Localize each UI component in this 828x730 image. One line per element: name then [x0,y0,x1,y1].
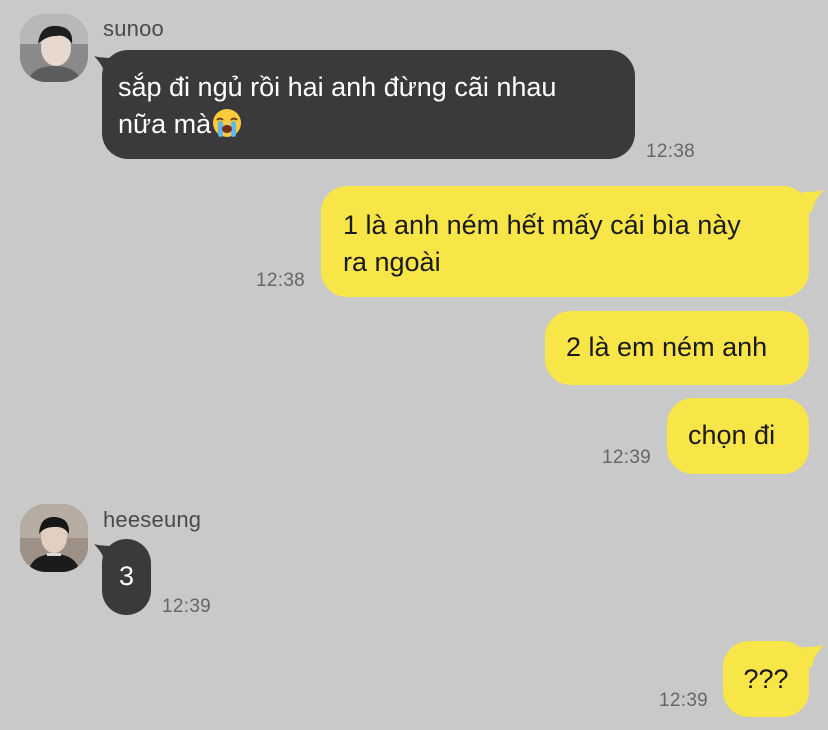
timestamp: 12:39 [602,447,652,468]
message-text: 2 là em ném anh [566,332,768,362]
loudly-crying-face-icon [212,108,242,138]
bubble-tail [802,190,824,212]
message-text: 3 [118,561,135,591]
timestamp: 12:38 [256,270,306,291]
timestamp: 12:38 [646,141,696,162]
message-text: sắp đi ngủ rồi hai anh đừng cãi nhau nữa… [118,72,557,139]
sender-name: heeseung [103,507,202,532]
message-bubble-outgoing[interactable]: chọn đi [667,398,809,474]
message-bubble-outgoing[interactable]: 2 là em ném anh [545,311,809,385]
message-text: ??? [743,664,789,694]
bubble-tail [802,645,824,667]
message-text: chọn đi [688,420,776,450]
message-text: 1 là anh ném hết mấy cái bìa này ra ngoà… [343,210,741,277]
message-bubble-incoming[interactable]: sắp đi ngủ rồi hai anh đừng cãi nhau nữa… [102,50,635,159]
message-bubble-outgoing[interactable]: ??? [723,641,809,717]
sender-name: sunoo [103,16,164,41]
timestamp: 12:39 [162,596,212,617]
avatar-heeseung[interactable] [20,504,88,572]
message-bubble-outgoing[interactable]: 1 là anh ném hết mấy cái bìa này ra ngoà… [321,186,809,297]
avatar-sunoo[interactable] [20,14,88,82]
message-bubble-incoming[interactable]: 3 [102,539,151,615]
timestamp: 12:39 [659,690,709,711]
